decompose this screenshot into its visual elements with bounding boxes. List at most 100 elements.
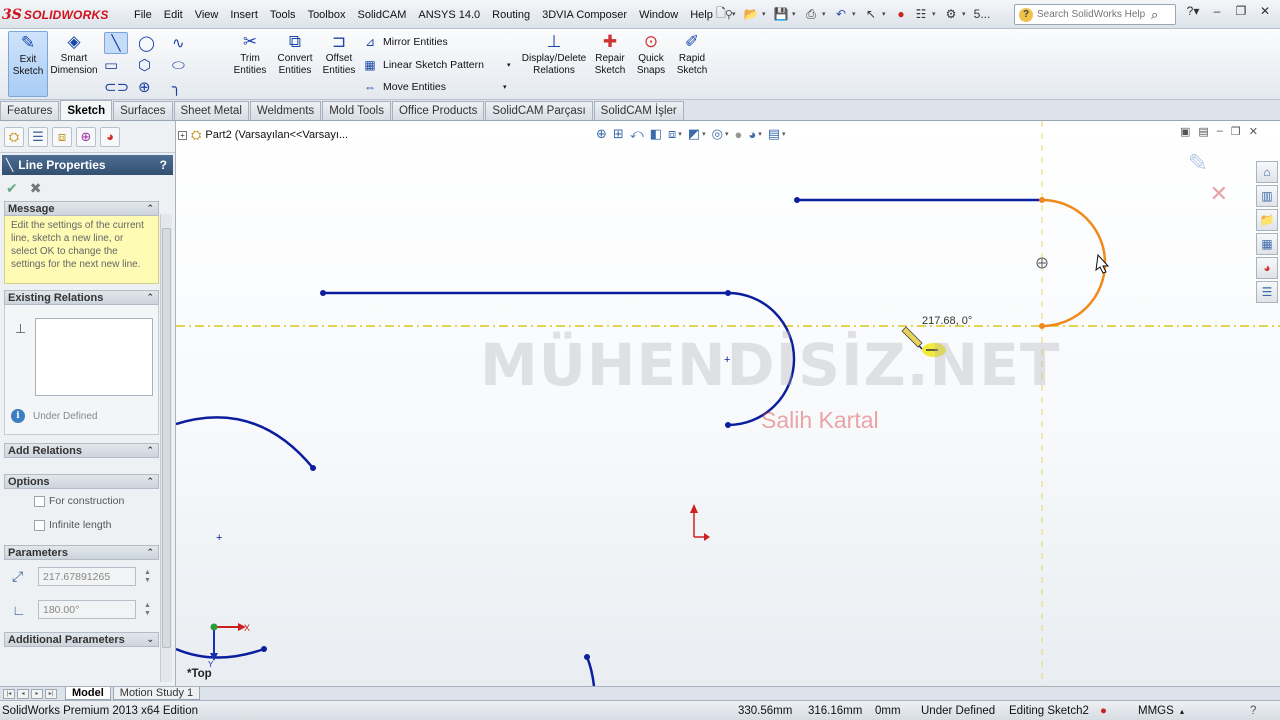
- expand-plus-icon[interactable]: +: [178, 130, 187, 140]
- fillet-tool-icon[interactable]: ╮: [172, 76, 206, 98]
- arc-endpoint-top[interactable]: [1039, 197, 1045, 203]
- length-field[interactable]: 217.67891265: [38, 567, 136, 586]
- circle-tool-icon[interactable]: ◯: [138, 32, 172, 54]
- chevron-down-icon[interactable]: ▾: [732, 10, 740, 18]
- custom-properties-icon[interactable]: ☰: [1256, 281, 1278, 303]
- chevron-down-icon[interactable]: ▾: [822, 10, 830, 18]
- angle-field[interactable]: 180.00°: [38, 600, 136, 619]
- length-spinner-icon[interactable]: ▲ ▼: [144, 569, 151, 585]
- tab-solidcam-isler[interactable]: SolidCAM İşler: [593, 101, 684, 120]
- close-icon[interactable]: ✕: [1249, 125, 1258, 138]
- new-document-icon[interactable]: 🗋: [712, 5, 730, 23]
- section-view-icon[interactable]: ◧: [650, 126, 662, 142]
- menu-file[interactable]: File: [128, 9, 158, 21]
- angle-spinner-icon[interactable]: ▲ ▼: [144, 602, 151, 618]
- infinite-length-checkbox[interactable]: [34, 519, 45, 531]
- chevron-down-icon[interactable]: ▾: [758, 130, 762, 138]
- tab-solidcam-parcasi[interactable]: SolidCAM Parçası: [485, 101, 593, 120]
- next-tab-icon[interactable]: ▸: [31, 688, 43, 699]
- menu-toolbox[interactable]: Toolbox: [302, 9, 352, 21]
- infinite-length-option[interactable]: Infinite length: [4, 513, 159, 537]
- tab-office-products[interactable]: Office Products: [391, 101, 485, 120]
- offset-entities-button[interactable]: ⊐ Offset Entities: [320, 31, 358, 97]
- previous-view-icon[interactable]: ⤺: [630, 126, 644, 142]
- collapse-chevron-icon[interactable]: ⌃: [146, 476, 154, 487]
- help-menu-icon[interactable]: ?▾: [1184, 4, 1202, 18]
- linear-sketch-pattern-button[interactable]: ▦ Linear Sketch Pattern ▾: [362, 54, 510, 76]
- feature-tree-flyout[interactable]: + ⛭ Part2 (Varsayılan<<Varsayı...: [178, 127, 348, 143]
- graphics-area[interactable]: + + X Y MÜHENDİSİZ.NET Salih Kartal 217.…: [176, 121, 1280, 686]
- relations-listbox[interactable]: [35, 318, 153, 396]
- ellipse-tool-icon[interactable]: ⬭: [172, 54, 206, 76]
- chevron-down-icon[interactable]: ▾: [962, 10, 970, 18]
- slot-tool-icon[interactable]: ⊂⊃: [104, 76, 138, 98]
- existing-relations-header[interactable]: Existing Relations ⌃: [4, 290, 159, 305]
- appearances-icon[interactable]: ◕: [1256, 257, 1278, 279]
- parameters-header[interactable]: Parameters ⌃: [4, 545, 159, 560]
- close-icon[interactable]: ✕: [1256, 4, 1274, 18]
- tab-sketch[interactable]: Sketch: [60, 100, 113, 120]
- collapse-chevron-icon[interactable]: ⌃: [146, 445, 154, 456]
- rectangle-tool-icon[interactable]: ▭: [104, 54, 138, 76]
- collapse-chevron-icon[interactable]: ⌃: [146, 203, 154, 214]
- hide-show-items-icon[interactable]: ◎: [712, 126, 723, 142]
- for-construction-checkbox[interactable]: [34, 495, 45, 507]
- tab-sheet-metal[interactable]: Sheet Metal: [173, 101, 249, 120]
- sketch-endpoint[interactable]: [794, 197, 800, 203]
- zoom-to-area-icon[interactable]: ⊞: [613, 126, 624, 142]
- display-manager-tab-icon[interactable]: ◕: [100, 126, 120, 147]
- last-tab-icon[interactable]: ▸|: [45, 688, 57, 699]
- repair-sketch-button[interactable]: ✚ Repair Sketch: [592, 31, 628, 97]
- spline-tool-icon[interactable]: ∿: [172, 32, 206, 54]
- view-palette-icon[interactable]: ▦: [1256, 233, 1278, 255]
- first-tab-icon[interactable]: |◂: [3, 688, 15, 699]
- open-folder-icon[interactable]: 📂: [742, 5, 760, 23]
- options-header[interactable]: Options ⌃: [4, 474, 159, 489]
- sketch-endpoint[interactable]: [310, 465, 316, 471]
- expand-chevron-icon[interactable]: ⌄: [146, 634, 154, 645]
- sketch-endpoint[interactable]: [320, 290, 326, 296]
- save-icon[interactable]: 💾: [772, 5, 790, 23]
- rapid-sketch-button[interactable]: ✐ Rapid Sketch: [674, 31, 710, 97]
- restore-icon[interactable]: ❐: [1231, 125, 1241, 138]
- menu-insert[interactable]: Insert: [224, 9, 264, 21]
- file-properties-icon[interactable]: ☷: [912, 5, 930, 23]
- solidworks-logo[interactable]: 3S SOLIDWORKS: [2, 4, 120, 26]
- minimize-icon[interactable]: –: [1217, 125, 1223, 138]
- exit-sketch-button[interactable]: ✎ Exit Sketch: [8, 31, 48, 97]
- sketch-arc-bottom-center[interactable]: [585, 656, 596, 686]
- line-tool-icon[interactable]: ╲: [104, 32, 128, 54]
- collapse-chevron-icon[interactable]: ⌃: [146, 547, 154, 558]
- sketch-arc-highlighted[interactable]: [1041, 198, 1107, 328]
- cascade-icon[interactable]: ▤: [1198, 125, 1208, 138]
- edit-appearance-icon[interactable]: ●: [734, 127, 742, 142]
- configuration-manager-tab-icon[interactable]: ⧈: [52, 126, 72, 147]
- search-icon[interactable]: ⌕: [1151, 7, 1158, 23]
- property-manager-tab-icon[interactable]: ☰: [28, 126, 48, 147]
- mirror-entities-button[interactable]: ⊿ Mirror Entities: [362, 31, 448, 53]
- menu-window[interactable]: Window: [633, 9, 684, 21]
- print-icon[interactable]: ⎙: [802, 5, 820, 23]
- cancel-x-icon[interactable]: ✖: [30, 180, 42, 197]
- menu-tools[interactable]: Tools: [264, 9, 302, 21]
- dimxpert-tab-icon[interactable]: ⊕: [76, 126, 96, 147]
- collapse-chevron-icon[interactable]: ⌃: [146, 292, 154, 303]
- chevron-down-icon[interactable]: ▾: [932, 10, 940, 18]
- menu-ansys[interactable]: ANSYS 14.0: [412, 9, 486, 21]
- part-label[interactable]: Part2 (Varsayılan<<Varsayı...: [205, 129, 348, 141]
- sketch-arc-left[interactable]: [176, 416, 314, 469]
- menu-3dvia-composer[interactable]: 3DVIA Composer: [536, 9, 633, 21]
- arc-tool-icon[interactable]: ⊕: [138, 76, 172, 98]
- chevron-down-icon[interactable]: ▾: [762, 10, 770, 18]
- select-arrow-icon[interactable]: ↖: [862, 5, 880, 23]
- sketch-endpoint[interactable]: [584, 654, 590, 660]
- scrollbar-thumb[interactable]: [162, 228, 171, 648]
- restore-icon[interactable]: ❐: [1232, 4, 1250, 18]
- polygon-tool-icon[interactable]: ⬡: [138, 54, 172, 76]
- view-orientation-icon[interactable]: ⧈: [668, 126, 676, 142]
- chevron-down-icon[interactable]: ▾: [702, 130, 706, 138]
- add-relations-header[interactable]: Add Relations ⌃: [4, 443, 159, 458]
- move-entities-button[interactable]: ⇔ Move Entities ▾: [362, 76, 507, 98]
- cancel-sketch-corner-icon[interactable]: ✕: [1210, 181, 1228, 207]
- rebuild-traffic-light-icon[interactable]: ●: [892, 5, 910, 23]
